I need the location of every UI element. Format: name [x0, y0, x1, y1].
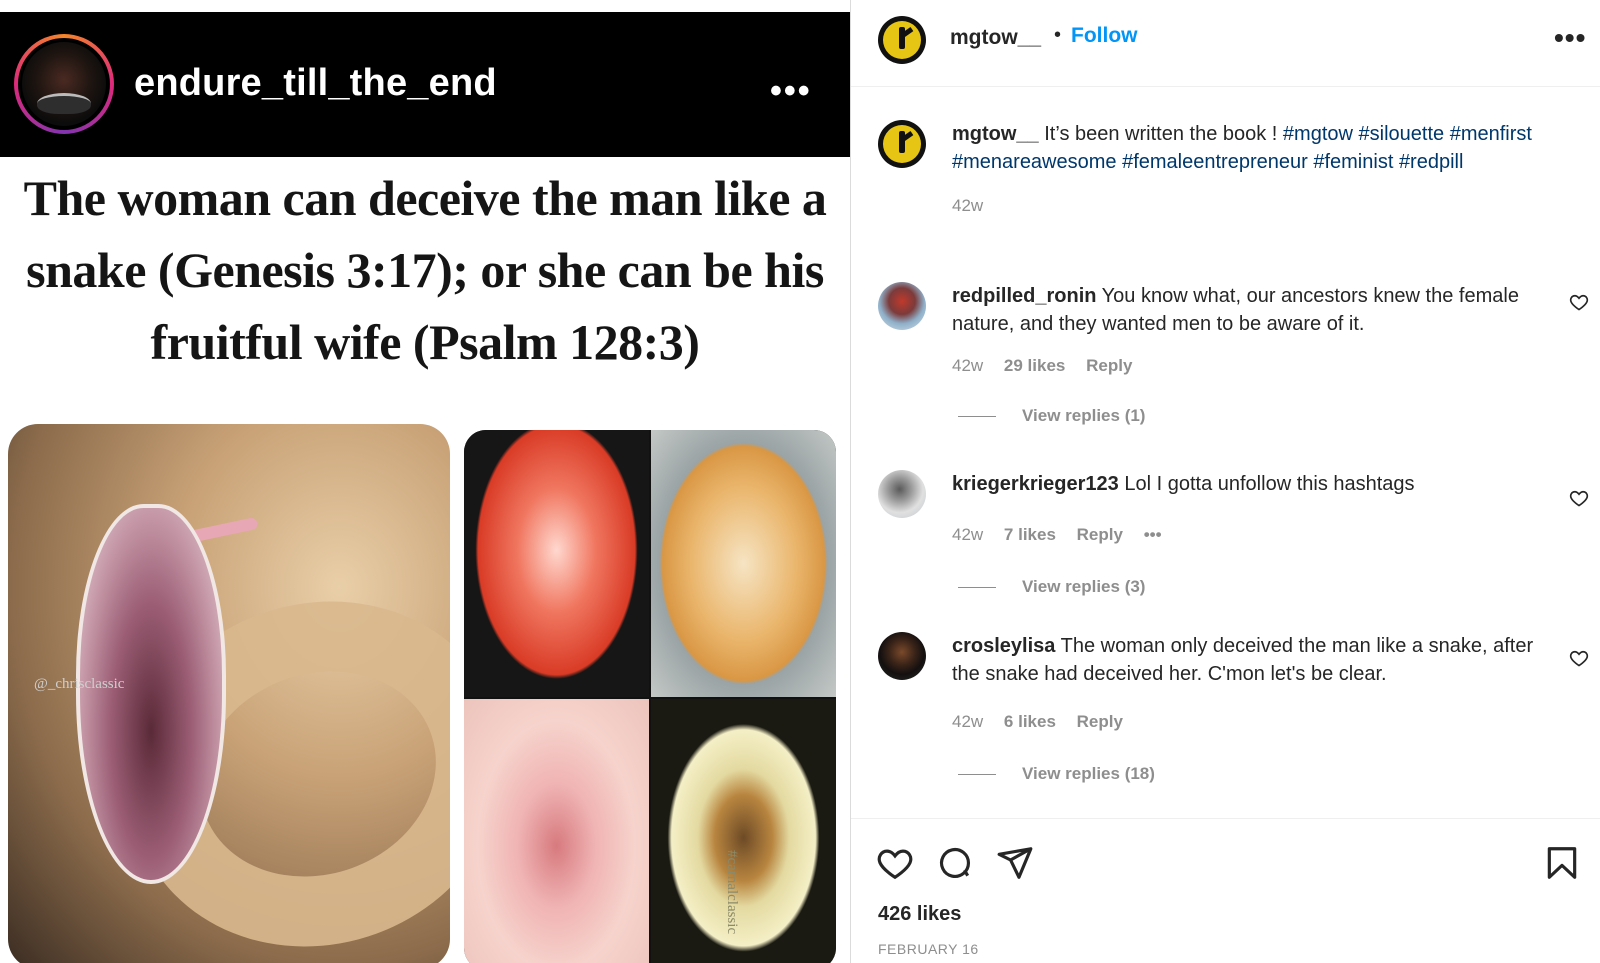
watermark-carnalclassic: #carnalclassic — [724, 850, 740, 935]
comment-meta: 42w 7 likes Reply ••• — [952, 525, 1178, 545]
replies-divider — [958, 416, 996, 418]
hashtag-link[interactable]: #menfirst — [1450, 123, 1532, 145]
comment-avatar[interactable] — [878, 470, 926, 518]
media-header-bar: endure_till_the_end ••• — [0, 12, 850, 157]
view-replies-button[interactable]: View replies (3) — [958, 577, 1145, 597]
caption-username[interactable]: mgtow__ — [952, 123, 1039, 145]
comment-username[interactable]: kriegerkrieger123 — [952, 473, 1119, 495]
author-avatar[interactable] — [14, 34, 114, 134]
post-sidebar: mgtow__ • Follow ••• mgtow__ It’s been w… — [850, 0, 1600, 963]
post-caption: mgtow__ It’s been written the book ! #mg… — [952, 120, 1552, 220]
comment-text: Lol I gotta unfollow this hashtags — [1124, 473, 1415, 495]
grapefruit-image — [464, 699, 649, 963]
hashtag-link[interactable]: #femaleentrepreneur — [1122, 151, 1308, 173]
fruit-collage — [464, 430, 836, 963]
heart-icon[interactable] — [1569, 292, 1589, 312]
comment-username[interactable]: crosleylisa — [952, 635, 1055, 657]
post-date: FEBRUARY 16 — [878, 941, 979, 957]
watermark-chrisclassic: @_chrisclassic — [34, 676, 125, 692]
comment-timestamp[interactable]: 42w — [952, 525, 983, 544]
hashtag-link[interactable]: #feminist — [1313, 151, 1393, 173]
mgtow-avatar[interactable] — [878, 16, 926, 64]
reply-button[interactable]: Reply — [1077, 712, 1123, 731]
snake-head-shape — [76, 504, 226, 884]
view-replies-button[interactable]: View replies (18) — [958, 764, 1155, 784]
comment-avatar[interactable] — [878, 282, 926, 330]
share-icon[interactable] — [996, 844, 1034, 882]
comment-more-icon[interactable]: ••• — [1144, 525, 1162, 544]
heart-icon[interactable] — [1569, 648, 1589, 668]
melon-image — [651, 699, 836, 963]
view-replies-label: View replies (3) — [1022, 577, 1146, 596]
comment-username[interactable]: redpilled_ronin — [952, 285, 1096, 307]
comment-likes[interactable]: 29 likes — [1004, 356, 1065, 375]
caption-timestamp[interactable]: 42w — [952, 192, 1552, 220]
heart-icon[interactable] — [876, 844, 914, 882]
media-top-strip — [0, 0, 850, 12]
hashtag-link[interactable]: #silouette — [1359, 123, 1445, 145]
comment-icon[interactable] — [936, 844, 974, 882]
meme-caption: The woman can deceive the man like a sna… — [23, 170, 827, 370]
sidebar-header: mgtow__ • Follow ••• — [851, 0, 1600, 87]
reply-button[interactable]: Reply — [1086, 356, 1132, 375]
follow-button[interactable]: Follow — [1071, 24, 1138, 48]
likes-count[interactable]: 426 likes — [878, 903, 961, 926]
header-username[interactable]: mgtow__ — [950, 26, 1041, 50]
bookmark-icon[interactable] — [1543, 844, 1581, 882]
heart-icon[interactable] — [1569, 488, 1589, 508]
more-icon[interactable]: ••• — [770, 74, 812, 108]
strawberry-image — [464, 430, 649, 697]
replies-divider — [958, 774, 996, 776]
hashtag-link[interactable]: #mgtow — [1283, 123, 1353, 145]
post-media: endure_till_the_end ••• The woman can de… — [0, 0, 850, 963]
view-replies-label: View replies (18) — [1022, 764, 1155, 783]
comment-avatar[interactable] — [878, 632, 926, 680]
snake-image — [8, 424, 450, 963]
comment-likes[interactable]: 7 likes — [1004, 525, 1056, 544]
comment-timestamp[interactable]: 42w — [952, 356, 983, 375]
comment-body: redpilled_ronin You know what, our ances… — [952, 282, 1542, 338]
hashtag-link[interactable]: #redpill — [1399, 151, 1463, 173]
comment-meta: 42w 29 likes Reply — [952, 356, 1148, 376]
comment-meta: 42w 6 likes Reply — [952, 712, 1139, 732]
comment-timestamp[interactable]: 42w — [952, 712, 983, 731]
replies-divider — [958, 587, 996, 589]
caption-text: It’s been written the book ! — [1044, 123, 1278, 145]
view-replies-label: View replies (1) — [1022, 406, 1146, 425]
comment-likes[interactable]: 6 likes — [1004, 712, 1056, 731]
orange-image — [651, 430, 836, 697]
author-avatar-image — [18, 38, 110, 130]
more-options-icon[interactable]: ••• — [1554, 24, 1586, 52]
comment-body: kriegerkrieger123 Lol I gotta unfollow t… — [952, 470, 1542, 498]
header-separator: • — [1054, 24, 1062, 46]
reply-button[interactable]: Reply — [1077, 525, 1123, 544]
caption-avatar[interactable] — [878, 120, 926, 168]
post-actions: 426 likes FEBRUARY 16 — [851, 818, 1600, 963]
view-replies-button[interactable]: View replies (1) — [958, 406, 1145, 426]
author-username[interactable]: endure_till_the_end — [134, 62, 497, 105]
hashtag-link[interactable]: #menareawesome — [952, 151, 1117, 173]
comment-body: crosleylisa The woman only deceived the … — [952, 632, 1542, 688]
